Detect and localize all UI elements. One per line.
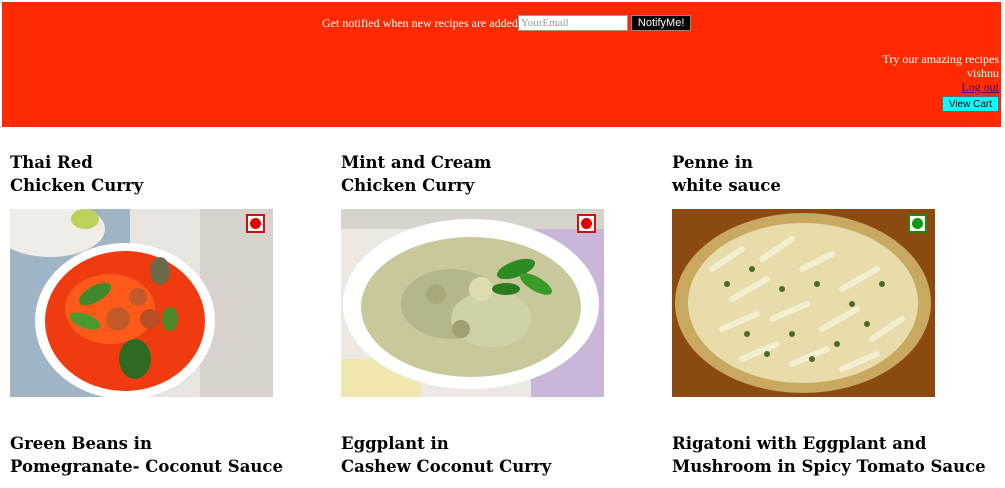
view-cart-button[interactable]: View Cart (941, 96, 999, 112)
notify-label: Get notified when new recipes are added (322, 15, 518, 30)
recipe-card[interactable]: Rigatoni with Eggplant and Mushroom in S… (672, 432, 1002, 478)
username: vishnu (966, 66, 999, 80)
recipe-title-line2: Mushroom in Spicy Tomato Sauce (672, 457, 986, 476)
recipe-card[interactable]: Penne in white sauce (672, 151, 972, 397)
recipe-photo[interactable] (672, 209, 935, 397)
email-input[interactable] (517, 15, 628, 31)
recipe-title-line2: Chicken Curry (10, 176, 144, 195)
recipe-card[interactable]: Thai Red Chicken Curry (10, 151, 310, 397)
tagline: Try our amazing recipes (882, 52, 999, 66)
recipe-card[interactable]: Mint and Cream Chicken Curry (341, 151, 641, 397)
recipe-title-line2: Chicken Curry (341, 176, 475, 195)
recipe-title-line2: Cashew Coconut Curry (341, 457, 552, 476)
recipe-title-line1: Penne in (672, 153, 753, 172)
recipe-title[interactable]: Thai Red Chicken Curry (10, 151, 310, 197)
header-banner: Get notified when new recipes are added … (2, 2, 1001, 127)
notify-button[interactable]: NotifyMe! (630, 15, 692, 31)
non-veg-icon (577, 214, 596, 233)
recipe-title[interactable]: Mint and Cream Chicken Curry (341, 151, 641, 197)
recipe-title[interactable]: Eggplant in Cashew Coconut Curry (341, 432, 641, 478)
non-veg-icon (246, 214, 265, 233)
notify-form: Get notified when new recipes are added … (322, 14, 692, 32)
recipe-title-line1: Thai Red (10, 153, 93, 172)
recipe-card[interactable]: Green Beans in Pomegranate- Coconut Sauc… (10, 432, 310, 478)
logout-link[interactable]: Log out (882, 80, 999, 94)
recipe-title[interactable]: Green Beans in Pomegranate- Coconut Sauc… (10, 432, 310, 478)
recipe-title[interactable]: Penne in white sauce (672, 151, 972, 197)
user-panel: Try our amazing recipes vishnu Log out V… (882, 52, 999, 112)
recipe-title-line1: Eggplant in (341, 434, 449, 453)
recipe-title-line1: Green Beans in (10, 434, 152, 453)
recipe-title-line2: Pomegranate- Coconut Sauce (10, 457, 283, 476)
recipe-photo[interactable] (10, 209, 273, 397)
recipe-title-line1: Rigatoni with Eggplant and (672, 434, 927, 453)
recipe-title-line1: Mint and Cream (341, 153, 492, 172)
recipe-card[interactable]: Eggplant in Cashew Coconut Curry (341, 432, 641, 478)
veg-icon (908, 214, 927, 233)
recipe-title-line2: white sauce (672, 176, 781, 195)
recipe-title[interactable]: Rigatoni with Eggplant and Mushroom in S… (672, 432, 1002, 478)
recipe-photo[interactable] (341, 209, 604, 397)
